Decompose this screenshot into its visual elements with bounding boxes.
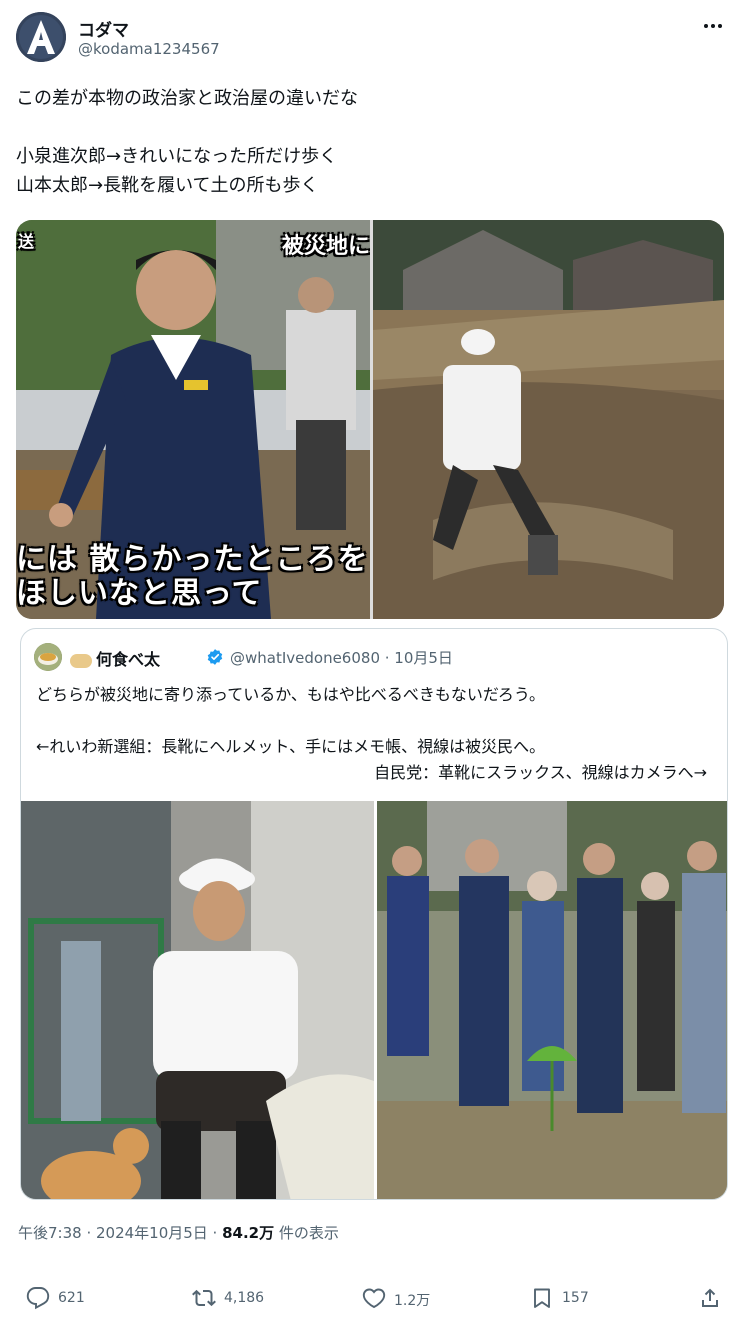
quoted-author-avatar[interactable] <box>34 643 62 671</box>
quoted-tweet-header: 何食べ太 @whatIvedone6080 · 10月5日 <box>34 643 714 671</box>
retweet-icon <box>192 1289 216 1307</box>
quoted-media-photo-group[interactable] <box>377 801 727 1199</box>
heart-icon <box>362 1288 386 1309</box>
bookmark-button[interactable]: 157 <box>530 1283 600 1313</box>
reply-button[interactable]: 621 <box>26 1283 106 1313</box>
share-button[interactable] <box>698 1283 724 1313</box>
author-handle[interactable]: @kodama1234567 <box>78 40 220 58</box>
view-count-suffix: 件の表示 <box>274 1224 339 1242</box>
quoted-tweet-line-1: どちらが被災地に寄り添っているか、もはや比べるべきもないだろう。 <box>36 685 545 704</box>
tweet-timestamp[interactable]: 午後7:38 · 2024年10月5日 · <box>18 1224 222 1242</box>
media-photo-politician-walking[interactable]: 送 被災地に には 散らかったところを ほしいなと思って <box>16 220 370 619</box>
quoted-tweet[interactable]: 何食べ太 @whatIvedone6080 · 10月5日 どちらが被災地に寄り… <box>20 628 728 1200</box>
author-name[interactable]: コダマ <box>78 16 129 41</box>
verified-badge-icon <box>207 649 223 665</box>
share-icon <box>702 1288 718 1307</box>
avatar-logo-icon <box>16 12 66 62</box>
view-count: 84.2万 <box>222 1224 275 1242</box>
like-count: 1.2万 <box>394 1293 431 1309</box>
more-dots-icon[interactable] <box>697 14 729 38</box>
quoted-author-name[interactable]: 何食べ太 <box>70 646 160 670</box>
author-avatar[interactable] <box>16 12 66 62</box>
reply-icon <box>26 1287 50 1310</box>
quoted-author-handle-date: @whatIvedone6080 · 10月5日 <box>230 649 453 667</box>
bookmark-count: 157 <box>562 1290 589 1306</box>
quoted-media-photo-helmet-man[interactable] <box>21 801 374 1199</box>
retweet-button[interactable]: 4,186 <box>192 1283 282 1313</box>
bookmark-icon <box>534 1288 550 1308</box>
tweet-header: コダマ @kodama1234567 <box>16 12 729 64</box>
quoted-tweet-line-2: ←れいわ新選組：長靴にヘルメット、手にはメモ帳、視線は被災民へ。 <box>36 737 546 756</box>
retweet-count: 4,186 <box>224 1290 265 1306</box>
quoted-tweet-line-3: 自民党：革靴にスラックス、視線はカメラへ→ <box>374 763 707 782</box>
tweet-actions-bar: 621 4,186 1.2万 157 <box>0 1283 745 1313</box>
reply-count: 621 <box>58 1290 85 1306</box>
media-photo-walking-on-debris[interactable] <box>373 220 724 619</box>
tweet-text: この差が本物の政治家と政治屋の違いだな 小泉進次郎→きれいになった所だけ歩く 山… <box>16 88 358 196</box>
tweet-media-grid[interactable]: 送 被災地に には 散らかったところを ほしいなと思って <box>16 220 724 619</box>
bowl-emoji-icon <box>70 653 92 668</box>
media-caption-bottom-2: ほしいなと思って <box>16 576 263 611</box>
media-caption-top-left: 送 <box>18 232 35 251</box>
like-button[interactable]: 1.2万 <box>362 1283 442 1313</box>
tweet-timestamp-views: 午後7:38 · 2024年10月5日 · 84.2万 件の表示 <box>18 1222 339 1243</box>
media-caption-top-right: 被災地に <box>281 234 370 259</box>
